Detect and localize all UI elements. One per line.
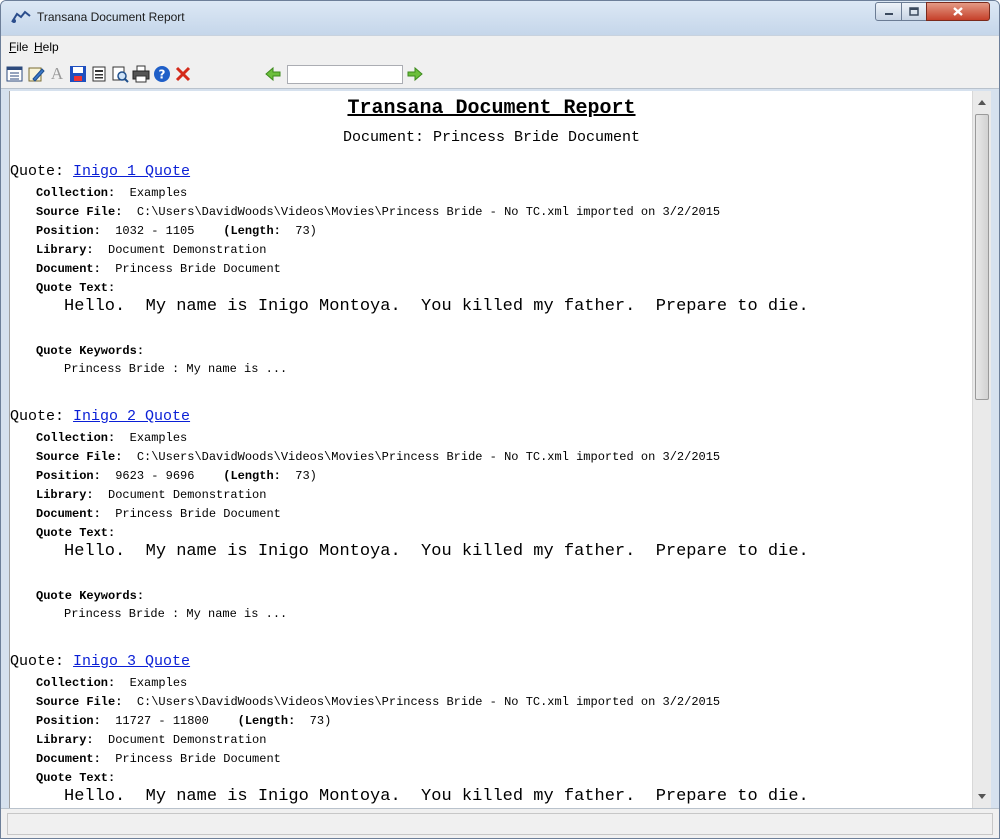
svg-text:?: ? [159, 68, 166, 82]
quote-link[interactable]: Inigo 1 Quote [73, 163, 190, 180]
quote-text-label: Quote Text: [36, 771, 116, 785]
save-icon [70, 66, 86, 82]
quote-text: Hello. My name is Inigo Montoya. You kil… [64, 542, 809, 561]
search-back-button[interactable] [263, 64, 283, 84]
quote-heading: Quote: Inigo 2 Quote [10, 408, 191, 425]
quote-heading: Quote: Inigo 3 Quote [10, 653, 191, 670]
quote-document: Document: Princess Bride Document [36, 752, 281, 766]
quote-document: Document: Princess Bride Document [36, 507, 281, 521]
report-options-icon [6, 66, 23, 82]
save-button[interactable] [68, 64, 88, 84]
quote-text-label: Quote Text: [36, 281, 116, 295]
close-window-icon [953, 7, 963, 16]
quote-text-label: Quote Text: [36, 526, 116, 540]
edit-button[interactable] [26, 64, 46, 84]
quote-library: Library: Document Demonstration [36, 488, 267, 502]
vertical-scrollbar[interactable] [972, 91, 991, 808]
print-preview-button[interactable] [110, 64, 130, 84]
quote-position: Position: 11727 - 11800 (Length: 73) [36, 714, 332, 728]
quote-position: Position: 1032 - 1105 (Length: 73) [36, 224, 317, 238]
menu-file[interactable]: File [9, 40, 28, 54]
window-title: Transana Document Report [37, 10, 185, 24]
print-preview-icon [112, 66, 129, 83]
title-bar[interactable]: Transana Document Report [1, 1, 999, 35]
search-forward-button[interactable] [405, 64, 425, 84]
font-button[interactable]: A [47, 64, 67, 84]
quote-keywords-label: Quote Keywords: [36, 344, 145, 358]
print-icon [132, 65, 150, 83]
scroll-down-icon [978, 794, 986, 799]
status-bar [1, 808, 999, 838]
quote-link[interactable]: Inigo 2 Quote [73, 408, 190, 425]
help-button[interactable]: ? [152, 64, 172, 84]
quote-text: Hello. My name is Inigo Montoya. You kil… [64, 787, 809, 806]
report-window: Transana Document Report File Help A ? T… [0, 0, 1000, 839]
scroll-down-button[interactable] [973, 788, 991, 806]
menu-bar: File Help [1, 35, 999, 59]
quote-keyword: Princess Bride : My name is ... [64, 362, 288, 376]
menu-help[interactable]: Help [34, 40, 59, 54]
toolbar: A ? [1, 59, 999, 89]
scroll-up-icon [978, 100, 986, 105]
report-title: Transana Document Report [347, 97, 636, 120]
close-report-button[interactable] [173, 64, 193, 84]
quote-collection: Collection: Examples [36, 186, 188, 200]
transana-app-icon [11, 10, 31, 23]
close-window-button[interactable] [926, 2, 990, 21]
maximize-icon [909, 7, 919, 16]
print-setup-icon [92, 66, 106, 82]
quote-library: Library: Document Demonstration [36, 733, 267, 747]
quote-library: Library: Document Demonstration [36, 243, 267, 257]
close-icon [175, 66, 191, 82]
font-icon: A [50, 64, 64, 83]
edit-icon [28, 67, 45, 82]
report-subtitle: Document: Princess Bride Document [342, 129, 641, 146]
minimize-icon [884, 12, 893, 15]
report-options-button[interactable] [5, 64, 25, 84]
print-button[interactable] [131, 64, 151, 84]
quote-link[interactable]: Inigo 3 Quote [73, 653, 190, 670]
quote-text: Hello. My name is Inigo Montoya. You kil… [64, 297, 809, 316]
quote-source-file: Source File: C:\Users\DavidWoods\Videos\… [36, 450, 721, 464]
maximize-button[interactable] [901, 2, 927, 21]
quote-source-file: Source File: C:\Users\DavidWoods\Videos\… [36, 695, 721, 709]
quote-keywords-label: Quote Keywords: [36, 589, 145, 603]
print-setup-button[interactable] [89, 64, 109, 84]
scroll-up-button[interactable] [973, 93, 991, 111]
quote-keyword: Princess Bride : My name is ... [64, 607, 288, 621]
scroll-thumb[interactable] [975, 114, 989, 400]
search-forward-icon [407, 66, 423, 82]
quote-position: Position: 9623 - 9696 (Length: 73) [36, 469, 317, 483]
minimize-button[interactable] [875, 2, 902, 21]
search-back-icon [265, 66, 281, 82]
report-content[interactable]: Transana Document Report Document: Princ… [9, 91, 972, 808]
search-input[interactable] [287, 65, 403, 84]
quote-collection: Collection: Examples [36, 431, 188, 445]
status-panel [7, 813, 993, 835]
quote-source-file: Source File: C:\Users\DavidWoods\Videos\… [36, 205, 721, 219]
quote-collection: Collection: Examples [36, 676, 188, 690]
quote-document: Document: Princess Bride Document [36, 262, 281, 276]
quote-heading: Quote: Inigo 1 Quote [10, 163, 191, 180]
help-icon: ? [154, 66, 170, 82]
